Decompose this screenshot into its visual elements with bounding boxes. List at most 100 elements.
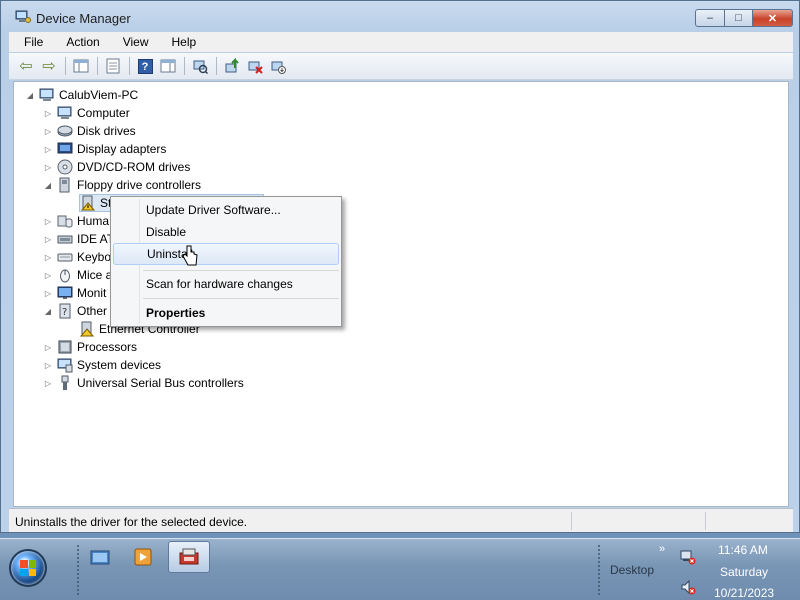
start-button[interactable] xyxy=(9,549,47,587)
update-driver-button[interactable] xyxy=(222,56,242,76)
forward-arrow-icon: ⇨ xyxy=(42,58,56,75)
tree-item-label: Other xyxy=(77,304,108,318)
expand-arrow-icon[interactable]: ▷ xyxy=(43,109,53,118)
status-divider xyxy=(705,512,706,530)
menu-separator xyxy=(143,270,339,271)
expand-arrow-icon[interactable]: ▷ xyxy=(43,145,53,154)
clock-time[interactable]: 11:46 AM xyxy=(718,543,768,557)
tree-item-label: DVD/CD-ROM drives xyxy=(77,160,191,174)
volume-muted-icon[interactable] xyxy=(680,579,696,595)
tree-item-keyboards[interactable]: ▷ Keybo xyxy=(43,248,111,266)
tree-item-monitors[interactable]: ▷ Monit xyxy=(43,284,106,302)
uninstall-icon xyxy=(248,61,263,74)
taskbar-device-manager[interactable] xyxy=(168,541,210,573)
tree-item-label: Processors xyxy=(77,340,138,354)
tree-item-dvd-cd-rom-drives[interactable]: ▷ DVD/CD-ROM drives xyxy=(43,158,190,176)
show-hide-console-tree-button[interactable] xyxy=(71,56,91,76)
status-bar: Uninstalls the driver for the selected d… xyxy=(9,508,793,532)
status-divider xyxy=(571,512,572,530)
tree-item-other-devices[interactable]: ◢ ? Other xyxy=(43,302,107,320)
back-arrow-icon: ⇦ xyxy=(19,58,33,75)
toolbar-separator xyxy=(184,57,185,75)
menu-bar: File Action View Help xyxy=(9,32,793,52)
expand-arrow-icon[interactable]: ▷ xyxy=(43,217,53,226)
tray-expand-icon[interactable]: » xyxy=(659,543,665,555)
menu-action[interactable]: Action xyxy=(51,35,107,49)
computer-icon xyxy=(57,105,73,121)
expand-arrow-icon[interactable]: ▷ xyxy=(43,271,53,280)
action-pane-button[interactable] xyxy=(158,56,178,76)
title-bar[interactable]: Device Manager – □ ✕ xyxy=(1,1,799,31)
tree-item-label: Mice a xyxy=(77,268,113,282)
collapse-arrow-icon[interactable]: ◢ xyxy=(43,181,53,190)
taskbar-media-player[interactable] xyxy=(122,541,164,573)
scan-hardware-button[interactable] xyxy=(190,56,210,76)
properties-view-button[interactable] xyxy=(103,56,123,76)
tree-item-disk-drives[interactable]: ▷ Disk drives xyxy=(43,122,136,140)
tree-item-usb-controllers[interactable]: ▷ Universal Serial Bus controllers xyxy=(43,374,244,392)
document-icon xyxy=(106,58,120,74)
help-glyph: ? xyxy=(141,60,149,73)
menu-view[interactable]: View xyxy=(108,35,157,49)
menu-help[interactable]: Help xyxy=(157,35,205,49)
menu-item-update-driver[interactable]: Update Driver Software... xyxy=(113,199,339,221)
collapse-arrow-icon[interactable]: ◢ xyxy=(43,307,53,316)
tree-item-system-devices[interactable]: ▷ System devices xyxy=(43,356,161,374)
tree-item-label: Display adapters xyxy=(77,142,167,156)
tree-item-label: Computer xyxy=(77,106,130,120)
processor-icon xyxy=(57,339,73,355)
toolbar-separator xyxy=(129,57,130,75)
console-tree-icon xyxy=(73,59,89,73)
tree-item-floppy-drive-controllers[interactable]: ◢ Floppy drive controllers xyxy=(43,176,201,194)
expand-arrow-icon[interactable]: ▷ xyxy=(43,289,53,298)
warning-device-icon xyxy=(80,195,96,211)
tree-item-processors[interactable]: ▷ Processors xyxy=(43,338,137,356)
tree-item-label: Floppy drive controllers xyxy=(77,178,202,192)
tree-item-ide-ata[interactable]: ▷ IDE AT xyxy=(43,230,114,248)
menu-file[interactable]: File xyxy=(9,35,51,49)
collapse-arrow-icon[interactable]: ◢ xyxy=(25,91,35,100)
hand-cursor-icon xyxy=(182,245,198,266)
taskbar-explorer[interactable] xyxy=(79,541,121,573)
close-button[interactable]: ✕ xyxy=(753,9,793,27)
taskbar-grip[interactable] xyxy=(597,544,601,596)
minimize-button[interactable]: – xyxy=(695,9,725,27)
clock-date[interactable]: 10/21/2023 xyxy=(714,586,774,600)
display-adapter-icon xyxy=(57,141,73,157)
clock-day[interactable]: Saturday xyxy=(720,565,768,579)
expand-arrow-icon[interactable]: ▷ xyxy=(43,343,53,352)
back-button[interactable]: ⇦ xyxy=(16,56,36,76)
toolbar-separator xyxy=(97,57,98,75)
maximize-button[interactable]: □ xyxy=(725,9,753,27)
tree-item-label: Disk drives xyxy=(77,124,136,138)
dvd-drive-icon xyxy=(57,159,73,175)
menu-item-scan-hardware[interactable]: Scan for hardware changes xyxy=(113,273,339,295)
tree-root-label: CalubViem-PC xyxy=(59,88,139,102)
network-error-icon[interactable] xyxy=(680,549,696,565)
unknown-device-icon: ? xyxy=(57,303,73,319)
maximize-icon: □ xyxy=(735,12,742,24)
menu-item-disable[interactable]: Disable xyxy=(113,221,339,243)
desktop-toolbar-label[interactable]: Desktop xyxy=(610,563,654,577)
expand-arrow-icon[interactable]: ▷ xyxy=(43,379,53,388)
tree-root[interactable]: ◢ CalubViem-PC xyxy=(25,86,138,104)
expand-arrow-icon[interactable]: ▷ xyxy=(43,253,53,262)
tree-item-human-interface[interactable]: ▷ Huma xyxy=(43,212,109,230)
tree-item-computer[interactable]: ▷ Computer xyxy=(43,104,130,122)
forward-button[interactable]: ⇨ xyxy=(39,56,59,76)
menu-item-uninstall[interactable]: Uninstall xyxy=(113,243,339,265)
expand-arrow-icon[interactable]: ▷ xyxy=(43,127,53,136)
computer-icon xyxy=(39,87,55,103)
help-button[interactable]: ? xyxy=(135,56,155,76)
uninstall-button[interactable] xyxy=(245,56,265,76)
tree-item-display-adapters[interactable]: ▷ Display adapters xyxy=(43,140,166,158)
warning-device-icon xyxy=(79,321,95,337)
tree-item-mice[interactable]: ▷ Mice a xyxy=(43,266,112,284)
taskbar: Desktop » 11:46 AM Saturday 10/21/2023 xyxy=(0,538,800,600)
disable-button[interactable] xyxy=(268,56,288,76)
tree-item-label: Monit xyxy=(77,286,107,300)
expand-arrow-icon[interactable]: ▷ xyxy=(43,235,53,244)
expand-arrow-icon[interactable]: ▷ xyxy=(43,361,53,370)
expand-arrow-icon[interactable]: ▷ xyxy=(43,163,53,172)
menu-item-properties[interactable]: Properties xyxy=(113,302,339,324)
